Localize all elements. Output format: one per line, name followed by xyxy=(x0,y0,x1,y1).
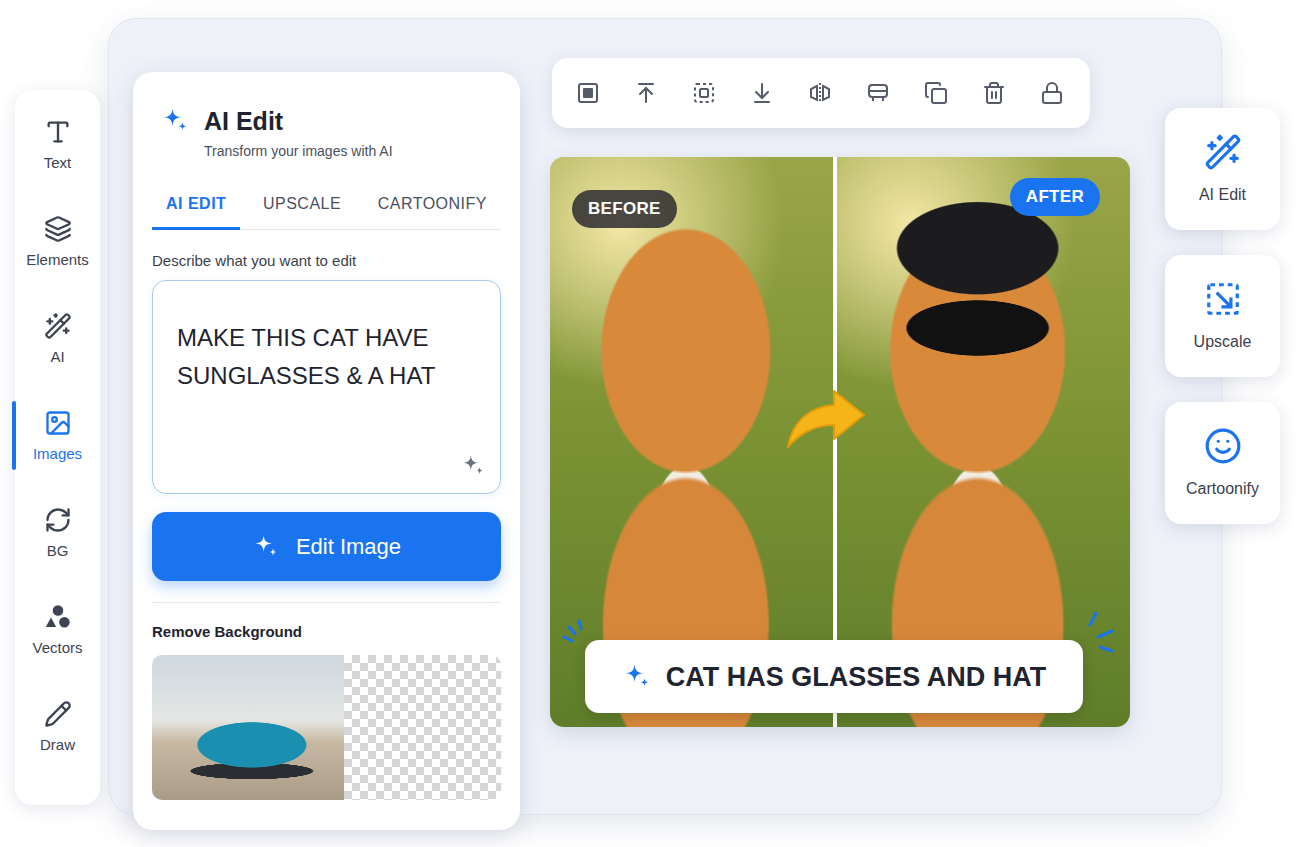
tool-rail-label: AI xyxy=(50,348,64,366)
quick-action-button[interactable]: Upscale xyxy=(1165,255,1280,377)
arrow-mark xyxy=(784,385,866,451)
toolbar-button[interactable] xyxy=(1040,81,1064,105)
dashed-square-icon xyxy=(692,81,716,105)
toolbar-button[interactable] xyxy=(692,81,716,105)
lock-icon xyxy=(1040,81,1064,105)
layers-icon xyxy=(44,215,72,243)
edit-image-label: Edit Image xyxy=(296,534,401,560)
panel-divider xyxy=(152,602,501,603)
panel-title: AI Edit xyxy=(204,106,283,136)
text-icon xyxy=(44,118,72,146)
remove-background-preview[interactable] xyxy=(152,655,501,800)
prompt-sparkle xyxy=(460,453,486,479)
sparkle-icon xyxy=(252,533,280,561)
tool-rail-label: BG xyxy=(47,542,69,560)
tool-rail-label: Draw xyxy=(40,736,75,754)
panel-tab[interactable]: AI EDIT xyxy=(152,182,240,230)
tool-rail-item[interactable]: Text xyxy=(15,96,100,193)
align-icon xyxy=(866,81,890,105)
after-badge: AFTER xyxy=(1010,178,1100,216)
tool-rail: Text Elements AI Images BG Vectors Draw xyxy=(15,90,100,805)
ai-edit-panel: AI Edit Transform your images with AI AI E… xyxy=(133,72,520,830)
layer-square-icon xyxy=(576,81,600,105)
toolbar-button[interactable] xyxy=(634,81,658,105)
pencil-icon xyxy=(44,700,72,728)
smile-icon xyxy=(1204,427,1242,465)
flip-icon xyxy=(808,81,832,105)
workspace: BEFORE AFTER CAT HAS GLASSES AND HAT xyxy=(550,58,1130,727)
tool-rail-label: Vectors xyxy=(32,639,82,657)
tool-rail-item[interactable]: Draw xyxy=(15,678,100,775)
sparkle-lines-icon xyxy=(1082,607,1118,667)
panel-header: AI Edit xyxy=(152,106,501,136)
panel-subtitle: Transform your images with AI xyxy=(152,142,501,160)
quick-action-label: Cartoonify xyxy=(1186,479,1259,499)
image-canvas[interactable]: BEFORE AFTER CAT HAS GLASSES AND HAT xyxy=(550,157,1130,727)
tool-rail-label: Elements xyxy=(26,251,89,269)
tool-rail-item[interactable]: Images xyxy=(15,387,100,484)
quick-action-label: Upscale xyxy=(1194,332,1252,352)
toolbar-button[interactable] xyxy=(924,81,948,105)
panel-tabs: AI EDITUPSCALECARTOONIFY xyxy=(152,182,501,230)
remove-background-title: Remove Background xyxy=(152,623,501,641)
trash-icon xyxy=(982,81,1006,105)
copy-icon xyxy=(924,81,948,105)
magic-wand-icon xyxy=(1204,133,1242,171)
transparent-area xyxy=(344,655,501,800)
car-photo xyxy=(152,655,344,800)
prompt-text: MAKE THIS CAT HAVE SUNGLASSES & A HAT xyxy=(177,319,476,395)
sparkle-icon xyxy=(622,662,652,692)
result-caption: CAT HAS GLASSES AND HAT xyxy=(585,640,1083,713)
quick-action-button[interactable]: AI Edit xyxy=(1165,108,1280,230)
edit-image-button[interactable]: Edit Image xyxy=(152,512,501,581)
caption-text: CAT HAS GLASSES AND HAT xyxy=(666,661,1047,693)
tool-rail-label: Images xyxy=(33,445,82,463)
send-backward-icon xyxy=(750,81,774,105)
toolbar-button[interactable] xyxy=(750,81,774,105)
tool-rail-item[interactable]: BG xyxy=(15,484,100,581)
accent-left xyxy=(558,615,588,645)
prompt-label: Describe what you want to edit xyxy=(152,252,501,270)
tool-rail-item[interactable]: AI xyxy=(15,290,100,387)
toolbar-button[interactable] xyxy=(982,81,1006,105)
tool-rail-label: Text xyxy=(44,154,72,172)
tool-rail-item[interactable]: Elements xyxy=(15,193,100,290)
sparkle-icon xyxy=(460,453,486,479)
sparkle-lines-icon xyxy=(558,615,588,645)
shapes-icon xyxy=(44,603,72,631)
magic-wand-icon xyxy=(44,312,72,340)
tool-rail-item[interactable]: Vectors xyxy=(15,581,100,678)
image-icon xyxy=(44,409,72,437)
prompt-field[interactable]: MAKE THIS CAT HAVE SUNGLASSES & A HAT xyxy=(152,280,501,494)
quick-actions: AI Edit Upscale Cartoonify xyxy=(1165,108,1280,524)
accent-right xyxy=(1082,607,1118,667)
before-badge: BEFORE xyxy=(572,190,677,228)
refresh-icon xyxy=(44,506,72,534)
toolbar-button[interactable] xyxy=(866,81,890,105)
upscale-icon xyxy=(1204,280,1242,318)
sparkle-icon xyxy=(160,106,190,136)
quick-action-button[interactable]: Cartoonify xyxy=(1165,402,1280,524)
toolbar-button[interactable] xyxy=(808,81,832,105)
bring-forward-icon xyxy=(634,81,658,105)
panel-tab[interactable]: UPSCALE xyxy=(249,182,355,230)
curved-arrow-icon xyxy=(784,385,866,451)
panel-tab[interactable]: CARTOONIFY xyxy=(364,182,501,230)
quick-action-label: AI Edit xyxy=(1199,185,1246,205)
canvas-toolbar xyxy=(552,58,1090,128)
toolbar-button[interactable] xyxy=(576,81,600,105)
editor-layout: Text Elements AI Images BG Vectors Draw AI Edit… xyxy=(0,0,1309,847)
editor-screen: Text Elements AI Images BG Vectors Draw AI Edit… xyxy=(0,0,1309,847)
